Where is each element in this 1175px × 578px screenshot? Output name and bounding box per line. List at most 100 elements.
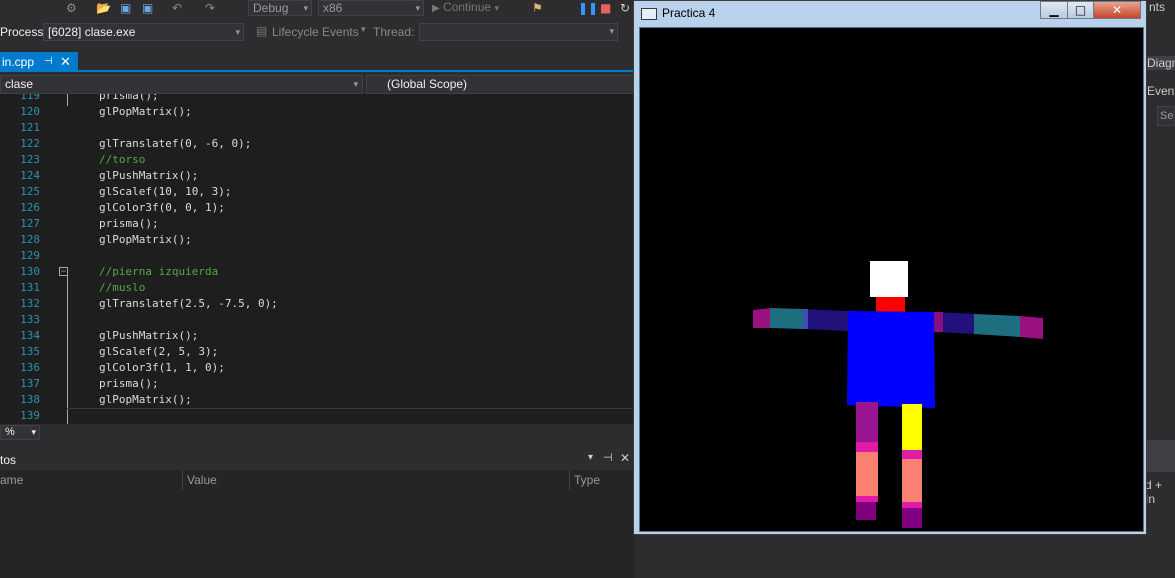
lifecycle-events-icon: ▤ bbox=[256, 24, 268, 38]
code-line[interactable]: glPopMatrix(); bbox=[99, 105, 192, 118]
continue-button[interactable]: ▶ Continue ▾ bbox=[432, 0, 522, 16]
robot-leg-right-ankle bbox=[902, 502, 922, 508]
code-line[interactable]: glTranslatef(2.5, -7.5, 0); bbox=[99, 297, 278, 310]
line-number: 130 bbox=[20, 265, 40, 278]
events-tab[interactable]: Event bbox=[1147, 84, 1175, 98]
window-title: Practica 4 bbox=[662, 6, 716, 20]
code-line[interactable]: prisma(); bbox=[99, 94, 159, 102]
diagnostics-tab[interactable]: Diagn bbox=[1145, 56, 1175, 70]
column-divider[interactable] bbox=[182, 470, 183, 490]
window-position-icon[interactable]: ▾ bbox=[588, 452, 593, 463]
zoom-combo[interactable]: % ▾ bbox=[0, 425, 40, 440]
line-number: 125 bbox=[20, 185, 40, 198]
scope-combo[interactable]: (Global Scope) bbox=[366, 75, 635, 94]
robot-torso bbox=[847, 311, 935, 408]
maximize-icon: □ bbox=[1074, 3, 1087, 17]
maximize-button[interactable]: □ bbox=[1067, 1, 1094, 19]
collapse-region-icon[interactable]: − bbox=[59, 267, 68, 276]
editor-status-bar: % ▾ bbox=[0, 424, 635, 441]
open-folder-icon[interactable]: 📂 bbox=[96, 1, 111, 15]
code-line[interactable]: glPushMatrix(); bbox=[99, 329, 198, 342]
play-icon: ▶ bbox=[432, 3, 440, 14]
code-line[interactable]: //pierna izquierda bbox=[99, 265, 218, 278]
close-icon[interactable]: ✕ bbox=[60, 52, 71, 72]
restart-icon[interactable]: ↻ bbox=[620, 1, 630, 15]
process-combo[interactable]: [6028] clase.exe ▾ bbox=[43, 23, 244, 41]
line-number: 120 bbox=[20, 105, 40, 118]
platform-value: x86 bbox=[323, 1, 343, 15]
fold-guide bbox=[67, 276, 68, 424]
practica-window[interactable]: Practica 4 ▁ □ ✕ bbox=[633, 0, 1147, 535]
robot-neck bbox=[876, 297, 905, 313]
document-tab-strip bbox=[0, 52, 635, 72]
code-line[interactable]: //muslo bbox=[99, 281, 145, 294]
autos-title: tos bbox=[0, 453, 17, 467]
close-icon[interactable]: ✕ bbox=[620, 451, 630, 465]
pin-icon[interactable]: ⊣ bbox=[603, 451, 613, 464]
search-input[interactable]: Se bbox=[1157, 106, 1175, 126]
platform-combo[interactable]: x86 ▾ bbox=[318, 0, 424, 16]
code-line[interactable]: glTranslatef(0, -6, 0); bbox=[99, 137, 251, 150]
minimize-button[interactable]: ▁ bbox=[1040, 1, 1068, 19]
save-all-icon[interactable]: ▣ bbox=[142, 1, 153, 15]
column-divider[interactable] bbox=[569, 470, 570, 490]
robot-leg-right-thigh bbox=[902, 404, 922, 452]
project-combo[interactable]: clase ▾ bbox=[0, 75, 363, 94]
debug-location-toolbar: Process: [6028] clase.exe ▾ ▤ Lifecycle … bbox=[0, 21, 635, 43]
line-number: 121 bbox=[20, 121, 40, 134]
window-app-icon bbox=[641, 8, 657, 20]
column-value-header[interactable]: Value bbox=[187, 473, 217, 487]
line-number: 119 bbox=[20, 94, 40, 102]
code-line[interactable]: glPushMatrix(); bbox=[99, 169, 198, 182]
code-line[interactable]: glPopMatrix(); bbox=[99, 233, 192, 246]
column-type-header[interactable]: Type bbox=[574, 473, 600, 487]
thread-combo[interactable]: ▾ bbox=[419, 23, 618, 41]
code-editor[interactable]: − 119 prisma(); 120 glPopMatrix(); 121 122 glT… bbox=[0, 94, 635, 424]
code-line[interactable]: //torso bbox=[99, 153, 145, 166]
robot-leg-right-foot bbox=[902, 508, 922, 528]
tab-main-cpp[interactable]: in.cpp ⊣ ✕ bbox=[0, 52, 78, 72]
code-line[interactable]: glScalef(10, 10, 3); bbox=[99, 185, 231, 198]
line-number: 132 bbox=[20, 297, 40, 310]
chevron-down-icon: ▾ bbox=[494, 3, 499, 13]
robot-leg-left-knee bbox=[856, 442, 878, 452]
robot-head bbox=[870, 261, 908, 297]
save-icon[interactable]: ▣ bbox=[120, 1, 131, 15]
line-number: 139 bbox=[20, 409, 40, 422]
thread-label: Thread: bbox=[373, 25, 415, 39]
output-panel-strip bbox=[1145, 440, 1175, 472]
line-number: 137 bbox=[20, 377, 40, 390]
redo-icon[interactable]: ↷ bbox=[205, 1, 215, 15]
code-line[interactable]: glColor3f(1, 1, 0); bbox=[99, 361, 225, 374]
close-button[interactable]: ✕ bbox=[1093, 1, 1141, 19]
close-icon: ✕ bbox=[1111, 3, 1123, 17]
pin-icon[interactable]: ⊣ bbox=[44, 52, 53, 72]
autos-list bbox=[0, 490, 635, 578]
chevron-down-icon: ▾ bbox=[361, 24, 366, 34]
minimize-icon: ▁ bbox=[1049, 3, 1059, 17]
column-name-header[interactable]: ame bbox=[0, 473, 23, 487]
add-instance-link[interactable]: d + In bbox=[1145, 478, 1175, 506]
opengl-viewport[interactable] bbox=[639, 27, 1144, 532]
configuration-combo[interactable]: Debug ▾ bbox=[248, 0, 312, 16]
search-placeholder: Se bbox=[1160, 110, 1174, 122]
line-number: 136 bbox=[20, 361, 40, 374]
code-line[interactable]: glScalef(2, 5, 3); bbox=[99, 345, 218, 358]
new-project-icon[interactable]: ⚙ bbox=[66, 1, 77, 15]
robot-arm-left-hand bbox=[753, 308, 770, 328]
code-line[interactable]: glPopMatrix(); bbox=[99, 393, 192, 406]
navigation-bar: clase ▾ (Global Scope) bbox=[0, 74, 635, 94]
right-side-panels: nts Diagn Event Se d + In bbox=[1145, 0, 1175, 578]
stop-icon[interactable]: ■ bbox=[600, 1, 611, 15]
robot-leg-right-knee bbox=[902, 450, 922, 459]
code-line[interactable]: prisma(); bbox=[99, 217, 159, 230]
chevron-down-icon: ▾ bbox=[609, 26, 614, 36]
code-line[interactable]: glColor3f(0, 0, 1); bbox=[99, 201, 225, 214]
attach-icon[interactable]: ⚑ bbox=[532, 1, 543, 15]
line-number: 126 bbox=[20, 201, 40, 214]
lifecycle-events-button[interactable]: Lifecycle Events bbox=[272, 25, 359, 39]
pause-icon[interactable]: ❚❚ bbox=[578, 1, 598, 15]
code-line[interactable]: prisma(); bbox=[99, 377, 159, 390]
robot-arm-left-forearm bbox=[770, 308, 803, 329]
undo-icon[interactable]: ↶ bbox=[172, 1, 182, 15]
